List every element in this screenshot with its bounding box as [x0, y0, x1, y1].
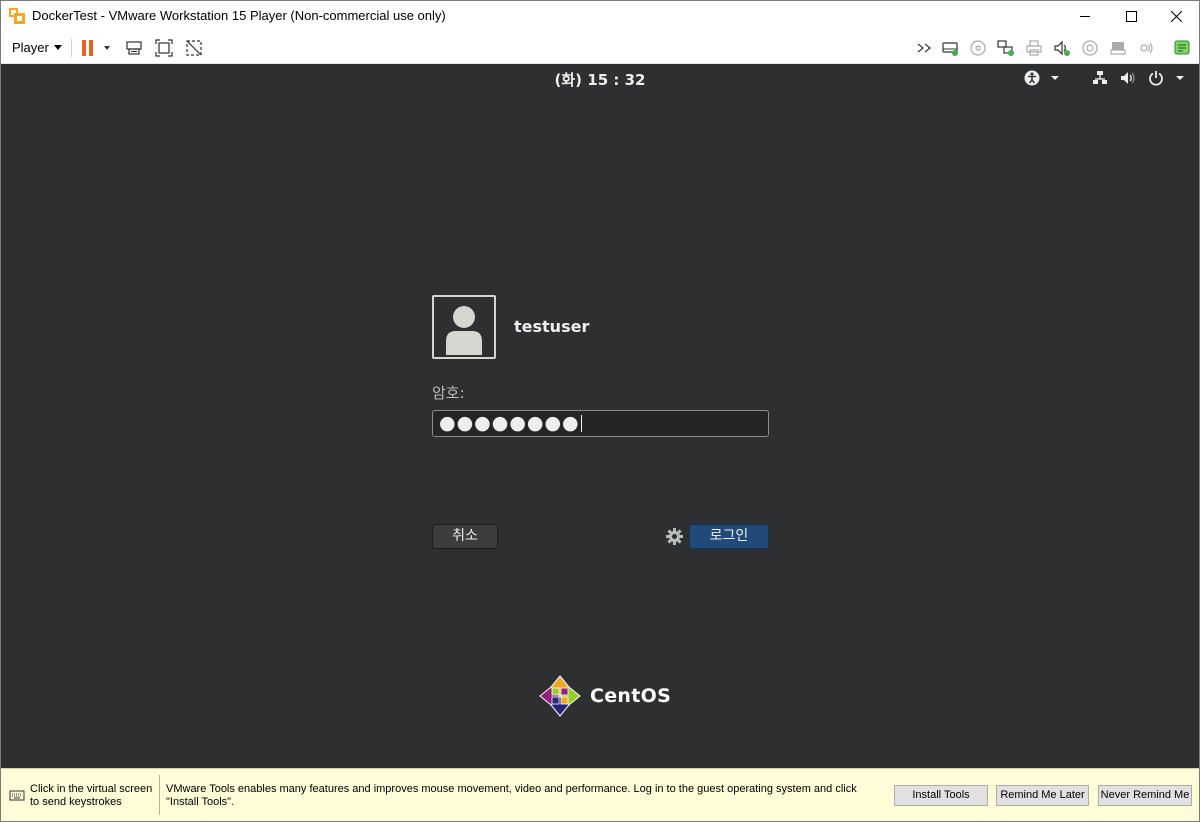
- cd-dvd-icon: [970, 40, 986, 56]
- text-cursor: [580, 415, 582, 432]
- never-remind-me-button[interactable]: Never Remind Me: [1098, 785, 1192, 806]
- click-hint-text: Click in the virtual screen to send keys…: [30, 783, 153, 808]
- usb-device-button[interactable]: [1109, 39, 1127, 57]
- window-title: DockerTest - VMware Workstation 15 Playe…: [32, 8, 446, 23]
- power-icon: [1149, 71, 1184, 86]
- accessibility-menu[interactable]: [1024, 70, 1066, 90]
- password-mask: ●●●●●●●●: [439, 412, 580, 434]
- password-label: 암호:: [432, 384, 465, 402]
- chevron-down-icon: [53, 45, 62, 50]
- hard-disk-icon: [942, 42, 958, 56]
- message-log-button[interactable]: [1173, 39, 1191, 57]
- password-input[interactable]: ●●●●●●●●: [432, 410, 769, 437]
- title-bar: DockerTest - VMware Workstation 15 Playe…: [1, 1, 1199, 32]
- cancel-button[interactable]: 취소: [432, 524, 498, 549]
- username-label: testuser: [514, 317, 590, 336]
- wired-network-icon: [1093, 71, 1107, 84]
- more-icon: [917, 43, 931, 53]
- more-devices-button[interactable]: [916, 39, 934, 57]
- send-ctrl-alt-del-button[interactable]: [125, 39, 143, 57]
- login-button[interactable]: 로그인: [689, 524, 769, 549]
- minimize-button[interactable]: [1062, 1, 1108, 32]
- send-ctrl-alt-del-icon: [126, 41, 142, 55]
- volume-status[interactable]: [1120, 70, 1136, 90]
- user-avatar: [432, 295, 496, 359]
- player-toolbar: Player: [1, 32, 1199, 64]
- full-screen-icon: [155, 39, 173, 57]
- virtual-machine-screen[interactable]: (화) 15 : 32 testuser 암호: ●●●●●●●● 취소 로그인…: [1, 64, 1199, 768]
- vmware-tools-message: VMware Tools enables many features and i…: [166, 783, 857, 808]
- floppy-icon: [1082, 40, 1098, 56]
- power-menu[interactable]: [1148, 70, 1188, 90]
- player-menu-button[interactable]: Player: [12, 40, 62, 55]
- vmware-player-window: DockerTest - VMware Workstation 15 Playe…: [0, 0, 1200, 822]
- gnome-top-bar: (화) 15 : 32: [1, 64, 1199, 92]
- volume-icon: [1121, 72, 1135, 84]
- maximize-button[interactable]: [1108, 1, 1154, 32]
- network-icon: [997, 40, 1014, 56]
- centos-emblem-icon: [539, 675, 581, 717]
- printer-icon: [1026, 40, 1042, 56]
- user-icon: [446, 306, 482, 355]
- hard-disk-button[interactable]: [941, 39, 959, 57]
- accessibility-icon: [1024, 70, 1059, 86]
- message-log-icon: [1174, 40, 1190, 55]
- pause-icon: [82, 40, 110, 56]
- unity-button[interactable]: [185, 39, 203, 57]
- printer-button[interactable]: [1025, 39, 1043, 57]
- microphone-icon: [1140, 42, 1153, 54]
- centos-logo: CentOS: [538, 674, 671, 718]
- gear-icon: [666, 528, 683, 545]
- floppy-button[interactable]: [1081, 39, 1099, 57]
- session-settings-button[interactable]: [666, 528, 683, 549]
- microphone-button[interactable]: [1137, 39, 1155, 57]
- keyboard-icon: [9, 788, 25, 805]
- sound-card-button[interactable]: [1053, 39, 1071, 57]
- clock[interactable]: (화) 15 : 32: [1, 69, 1199, 90]
- close-button[interactable]: [1153, 1, 1199, 32]
- centos-wordmark: CentOS: [590, 685, 672, 707]
- vmware-app-icon: [9, 8, 26, 25]
- toolbar-divider: [71, 39, 72, 57]
- install-tools-button[interactable]: Install Tools: [894, 785, 988, 806]
- notification-divider: [159, 775, 160, 815]
- unity-icon: [186, 40, 202, 56]
- remind-me-later-button[interactable]: Remind Me Later: [996, 785, 1089, 806]
- player-menu-label: Player: [12, 40, 49, 55]
- network-status[interactable]: [1092, 70, 1108, 90]
- full-screen-button[interactable]: [155, 39, 173, 57]
- cd-dvd-button[interactable]: [969, 39, 987, 57]
- vmware-tools-notification-bar: Click in the virtual screen to send keys…: [1, 768, 1199, 821]
- network-adapter-button[interactable]: [997, 39, 1015, 57]
- pause-button[interactable]: [79, 39, 111, 57]
- usb-printer-icon: [1110, 42, 1126, 55]
- sound-icon: [1054, 40, 1070, 56]
